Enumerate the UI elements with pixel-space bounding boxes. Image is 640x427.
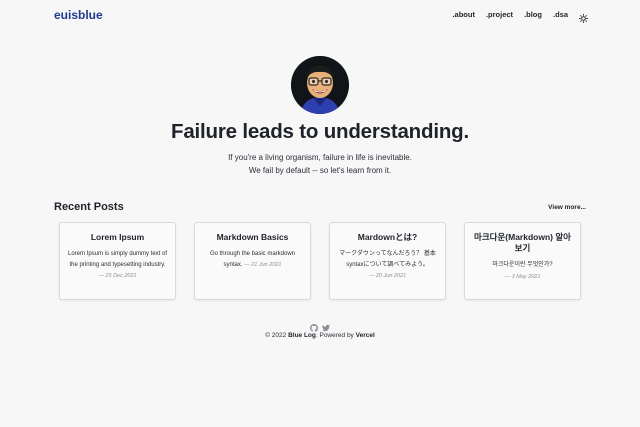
site-logo[interactable]: euisblue (54, 8, 103, 22)
post-excerpt: Go through the basic markdown syntax. — … (201, 249, 304, 270)
hero-line-1: If you're a living organism, failure in … (228, 153, 412, 162)
post-title: Markdown Basics (216, 232, 289, 242)
brand-link[interactable]: Blue Log (288, 332, 316, 339)
hero-section: Failure leads to understanding. If you'r… (0, 56, 640, 177)
post-date: — 20 Jun 2021 (368, 273, 407, 279)
avatar (291, 56, 349, 114)
post-excerpt: 마크다운이란 무엇인가? — 3 May 2021 (471, 260, 574, 282)
vercel-link[interactable]: Vercel (356, 332, 375, 339)
hero-line-2: We fail by default -- so let's learn fro… (248, 165, 392, 175)
post-cards: Lorem Ipsum Lorem Ipsum is simply dummy … (59, 222, 581, 300)
post-date: — 25 Dec 2021 (98, 273, 137, 279)
post-title: Lorem Ipsum (90, 232, 145, 242)
nav-about[interactable]: .about (452, 10, 475, 19)
sun-icon[interactable] (578, 10, 589, 24)
site-header: euisblue .about .project .blog .dsa (0, 0, 640, 30)
twitter-icon[interactable] (322, 319, 330, 332)
recent-posts-header: Recent Posts View more... (54, 201, 586, 217)
post-description: 마크다운이란 무엇인가? (492, 262, 553, 268)
post-date: — 21 Jun 2021 (244, 261, 282, 268)
nav-blog[interactable]: .blog (524, 10, 542, 19)
post-title: 마크다운(Markdown) 알아보기 (474, 232, 571, 253)
hero-subtitle: If you're a living organism, failure in … (0, 152, 640, 177)
post-title: Mardownとは? (357, 232, 418, 242)
nav-project[interactable]: .project (486, 10, 513, 19)
social-links (0, 319, 640, 332)
hero-headline: Failure leads to understanding. (171, 120, 469, 143)
post-description: Lorem Ipsum is simply dummy text of the … (67, 251, 168, 268)
post-card[interactable]: Lorem Ipsum Lorem Ipsum is simply dummy … (59, 222, 176, 300)
post-card[interactable]: Markdown Basics Go through the basic mar… (194, 222, 311, 300)
github-icon[interactable] (310, 319, 318, 332)
powered-by-text: . Powered by (315, 332, 354, 339)
post-excerpt: Lorem Ipsum is simply dummy text of the … (66, 249, 169, 282)
copyright-prefix: © 2022 (265, 332, 287, 339)
site-footer: © 2022 Blue Log. Powered by Vercel (0, 319, 640, 339)
view-more-link[interactable]: View more... (548, 204, 586, 211)
post-card[interactable]: Mardownとは? マークダウンってなんだろう？ 基本syntaxについて調べ… (329, 222, 446, 300)
main-nav: .about .project .blog .dsa (452, 10, 589, 24)
post-description: マークダウンってなんだろう？ 基本syntaxについて調べてみよう。 (339, 251, 436, 268)
post-card[interactable]: 마크다운(Markdown) 알아보기 마크다운이란 무엇인가? — 3 May… (464, 222, 581, 300)
copyright: © 2022 Blue Log. Powered by Vercel (0, 332, 640, 339)
recent-posts-title: Recent Posts (54, 201, 124, 213)
post-excerpt: マークダウンってなんだろう？ 基本syntaxについて調べてみよう。 — 20 … (336, 249, 439, 282)
post-date: — 3 May 2021 (504, 273, 541, 280)
nav-dsa[interactable]: .dsa (553, 10, 568, 19)
